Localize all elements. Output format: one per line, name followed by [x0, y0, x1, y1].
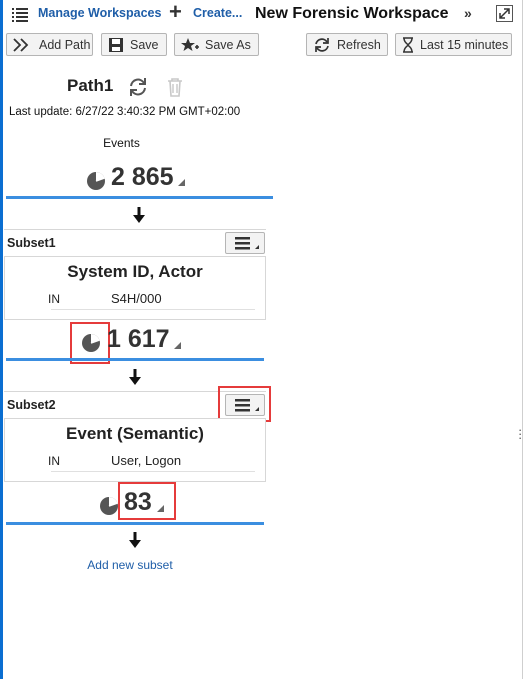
trash-icon[interactable]	[166, 77, 184, 97]
pie-chart-icon[interactable]	[86, 171, 106, 191]
events-label: Events	[103, 136, 140, 150]
arrow-down-icon	[129, 369, 141, 385]
filter-value: S4H/000	[111, 291, 162, 306]
create-link[interactable]: Create...	[193, 6, 242, 20]
add-path-icon	[13, 37, 29, 52]
save-as-label: Save As	[205, 37, 251, 52]
add-subset-link[interactable]: Add new subset	[0, 558, 260, 572]
manage-workspaces-link[interactable]: Manage Workspaces	[38, 6, 161, 20]
filter-operator: IN	[48, 454, 60, 468]
save-icon	[109, 37, 123, 52]
refresh-label: Refresh	[337, 37, 381, 52]
save-button[interactable]: Save	[101, 33, 167, 56]
save-as-icon	[181, 37, 199, 51]
save-label: Save	[130, 37, 159, 52]
arrow-down-icon	[129, 532, 141, 548]
arrow-down-icon	[133, 207, 145, 223]
filter-title: Event (Semantic)	[66, 424, 204, 443]
pie-chart-icon[interactable]	[81, 333, 101, 353]
subset-count[interactable]: 1 617	[107, 325, 170, 354]
left-accent-bar	[0, 0, 3, 679]
hourglass-icon	[403, 36, 413, 53]
count-dropdown-indicator[interactable]	[157, 505, 164, 512]
save-as-button[interactable]: Save As	[174, 33, 259, 56]
subset-name: Subset1	[7, 236, 56, 250]
filter-operator: IN	[48, 292, 60, 306]
filter-underline	[51, 471, 255, 472]
subset-header: Subset2	[4, 391, 266, 417]
path-title: Path1	[67, 76, 114, 95]
plus-icon[interactable]: +	[169, 1, 182, 23]
page-title: New Forensic Workspace	[255, 5, 449, 22]
subset-bar	[6, 358, 264, 361]
subset-filter-card[interactable]: Event (Semantic) IN User, Logon	[4, 418, 266, 482]
filter-value: User, Logon	[111, 453, 182, 468]
menu-icon	[235, 237, 259, 250]
timeframe-label: Last 15 minutes	[420, 37, 509, 52]
workspace-header: Manage Workspaces + Create... New Forens…	[3, 0, 522, 30]
refresh-button[interactable]: Refresh	[306, 33, 388, 56]
pane-divider	[522, 0, 523, 679]
events-bar	[6, 196, 273, 199]
subset-filter-card[interactable]: System ID, Actor IN S4H/000	[4, 256, 266, 320]
refresh-icon	[315, 37, 329, 52]
splitter-handle[interactable]: · · ·	[518, 423, 522, 444]
timeframe-button[interactable]: Last 15 minutes	[395, 33, 512, 56]
filter-underline	[51, 309, 255, 310]
filter-title: System ID, Actor	[67, 262, 203, 281]
events-count[interactable]: 2 865	[111, 163, 174, 192]
overflow-button[interactable]: »	[464, 5, 472, 21]
count-dropdown-indicator[interactable]	[174, 342, 181, 349]
refresh-path-icon[interactable]	[128, 77, 148, 97]
subset-bar	[6, 522, 264, 525]
subset-menu-button[interactable]	[225, 232, 265, 254]
subset-menu-button[interactable]	[225, 394, 265, 416]
menu-icon	[235, 399, 259, 412]
subset-count[interactable]: 83	[124, 488, 152, 517]
count-dropdown-indicator[interactable]	[178, 179, 185, 186]
subset-name: Subset2	[7, 398, 56, 412]
add-path-label: Add Path	[39, 37, 91, 52]
last-update-text: Last update: 6/27/22 3:40:32 PM GMT+02:0…	[9, 106, 241, 118]
list-icon[interactable]	[12, 7, 28, 23]
add-path-button[interactable]: Add Path	[6, 33, 93, 56]
expand-icon[interactable]	[496, 5, 513, 22]
subset-header: Subset1	[4, 229, 266, 255]
pie-chart-icon[interactable]	[99, 496, 119, 516]
